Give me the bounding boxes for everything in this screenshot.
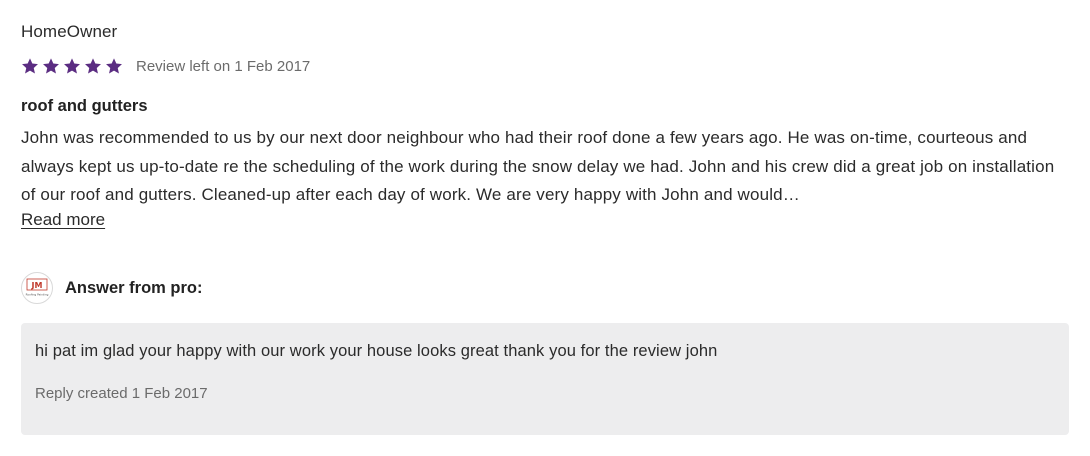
star-icon bbox=[42, 57, 60, 75]
review-body: John was recommended to us by our next d… bbox=[21, 128, 1055, 204]
star-icon bbox=[84, 57, 102, 75]
company-logo-icon: JM Roofing Painting bbox=[26, 278, 49, 297]
star-icon bbox=[21, 57, 39, 75]
read-more-link[interactable]: Read more bbox=[21, 210, 105, 230]
rating-row: Review left on 1 Feb 2017 bbox=[21, 54, 310, 78]
svg-text:JM: JM bbox=[31, 281, 43, 290]
review-date: Review left on 1 Feb 2017 bbox=[136, 57, 311, 75]
star-rating bbox=[21, 57, 123, 75]
star-icon bbox=[63, 57, 81, 75]
pro-answer-header: JM Roofing Painting Answer from pro: bbox=[21, 270, 203, 306]
pro-reply-date: Reply created 1 Feb 2017 bbox=[35, 385, 208, 402]
pro-reply-text: hi pat im glad your happy with our work … bbox=[35, 342, 718, 360]
star-icon bbox=[105, 57, 123, 75]
pro-avatar: JM Roofing Painting bbox=[21, 272, 53, 304]
review-title: roof and gutters bbox=[21, 97, 148, 115]
pro-reply-box: hi pat im glad your happy with our work … bbox=[21, 323, 1069, 435]
reviewer-name: HomeOwner bbox=[21, 22, 118, 41]
svg-text:Roofing Painting: Roofing Painting bbox=[26, 293, 49, 297]
answer-from-pro-label: Answer from pro: bbox=[65, 278, 203, 297]
